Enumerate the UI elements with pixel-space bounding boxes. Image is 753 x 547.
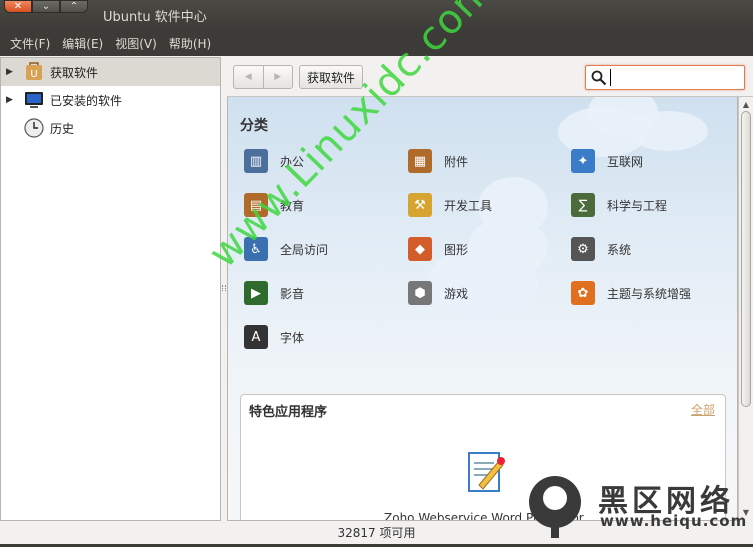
- window-controls: ✕ ⌄ ⌃: [4, 0, 88, 13]
- category-label: 图形: [444, 242, 469, 257]
- featured-app-name[interactable]: Zoho Webservice Word Processor: [384, 511, 584, 520]
- menu-bar: 文件(F) 编辑(E) 视图(V) 帮助(H): [0, 30, 753, 56]
- sidebar-item-label: 获取软件: [50, 65, 99, 80]
- forward-button[interactable]: ▶: [262, 66, 293, 88]
- category-label: 全局访问: [280, 242, 329, 257]
- category-item[interactable]: ▤ 教育: [244, 191, 304, 219]
- multimedia-icon: ▶: [244, 281, 268, 305]
- clock-icon: [23, 117, 45, 139]
- category-label: 主题与系统增强: [607, 286, 692, 301]
- category-item[interactable]: ▶ 影音: [244, 279, 304, 307]
- category-item[interactable]: ▦ 附件: [408, 147, 468, 175]
- category-item[interactable]: ⬢ 游戏: [408, 279, 468, 307]
- category-item[interactable]: ◆ 图形: [408, 235, 468, 263]
- main-panel: 分类 ▥ 办公 ▦ 附件 ✦ 互联网 ▤ 教育 ⚒ 开发工具 ∑ 科学与工程 ♿ 全局访问 ◆ 图形 ⚙ 系统 ▶ 影…: [227, 97, 738, 521]
- category-label: 教育: [280, 198, 305, 213]
- sidebar-item-label: 历史: [50, 121, 75, 136]
- category-label: 开发工具: [444, 198, 493, 213]
- category-label: 附件: [444, 154, 469, 169]
- accessories-icon: ▦: [408, 149, 432, 173]
- search-icon: [591, 70, 607, 86]
- minimize-window-button[interactable]: ⌄: [32, 0, 60, 13]
- title-bar: ✕ ⌄ ⌃ Ubuntu 软件中心: [0, 0, 753, 30]
- sidebar: ▶ U 获取软件 ▶ 已安装的软件 历史: [0, 57, 221, 521]
- svg-text:U: U: [30, 69, 37, 80]
- navigation-buttons: ◀ ▶: [233, 65, 293, 89]
- category-item[interactable]: A 字体: [244, 323, 304, 351]
- education-icon: ▤: [244, 193, 268, 217]
- featured-heading: 特色应用程序: [249, 405, 328, 420]
- computer-icon: [23, 89, 45, 111]
- category-item[interactable]: ⚒ 开发工具: [408, 191, 492, 219]
- breadcrumb-get-software[interactable]: 获取软件: [299, 65, 364, 89]
- status-bar: 32817 项可用: [0, 521, 753, 544]
- internet-icon: ✦: [571, 149, 595, 173]
- sidebar-item-installed[interactable]: ▶ 已安装的软件: [1, 86, 220, 114]
- vertical-scrollbar[interactable]: ▲ ▼: [738, 97, 753, 521]
- window-title: Ubuntu 软件中心: [103, 10, 207, 25]
- system-icon: ⚙: [571, 237, 595, 261]
- background-cloud: [628, 111, 708, 151]
- developer-tools-icon: ⚒: [408, 193, 432, 217]
- science-icon: ∑: [571, 193, 595, 217]
- scrollbar-thumb[interactable]: [741, 111, 751, 407]
- expander-arrow-icon[interactable]: ▶: [6, 67, 13, 77]
- content-area: ◀ ▶ 获取软件 分类 ▥ 办公 ▦ 附件 ✦ 互联网 ▤ 教育 ⚒ 开发工具 ∑ 科学与工程 ♿ 全局访…: [227, 57, 753, 521]
- scroll-down-icon[interactable]: ▼: [741, 507, 751, 517]
- back-button[interactable]: ◀: [234, 66, 263, 88]
- featured-all-link[interactable]: 全部: [691, 401, 715, 418]
- category-item[interactable]: ▥ 办公: [244, 147, 304, 175]
- office-icon: ▥: [244, 149, 268, 173]
- category-label: 系统: [607, 242, 632, 257]
- expander-arrow-icon[interactable]: ▶: [6, 95, 13, 105]
- fonts-icon: A: [244, 325, 268, 349]
- category-label: 互联网: [607, 154, 644, 169]
- category-item[interactable]: ✦ 互联网: [571, 147, 643, 175]
- software-center-icon: U: [23, 61, 45, 83]
- category-item[interactable]: ∑ 科学与工程: [571, 191, 667, 219]
- scroll-up-icon[interactable]: ▲: [741, 99, 751, 109]
- available-count: 32817 项可用: [337, 526, 416, 540]
- categories-heading: 分类: [240, 118, 268, 134]
- category-item[interactable]: ✿ 主题与系统增强: [571, 279, 691, 307]
- sidebar-item-label: 已安装的软件: [50, 93, 123, 108]
- menu-view[interactable]: 视图(V): [109, 35, 163, 52]
- software-center-window: ✕ ⌄ ⌃ Ubuntu 软件中心 文件(F) 编辑(E) 视图(V) 帮助(H…: [0, 0, 753, 544]
- word-processor-icon[interactable]: [461, 449, 509, 497]
- category-label: 游戏: [444, 286, 469, 301]
- games-icon: ⬢: [408, 281, 432, 305]
- featured-apps-panel: 特色应用程序 全部 Zoho Webservice Word Processor: [240, 394, 726, 520]
- search-box[interactable]: [585, 65, 745, 90]
- search-input[interactable]: [610, 69, 740, 86]
- menu-help[interactable]: 帮助(H): [163, 35, 217, 52]
- pane-splitter-handle[interactable]: [222, 285, 226, 291]
- menu-file[interactable]: 文件(F): [4, 35, 56, 52]
- toolbar: ◀ ▶ 获取软件: [227, 57, 753, 97]
- category-label: 办公: [280, 154, 305, 169]
- maximize-window-button[interactable]: ⌃: [60, 0, 88, 13]
- close-window-button[interactable]: ✕: [4, 0, 32, 13]
- category-label: 影音: [280, 286, 305, 301]
- category-label: 字体: [280, 330, 305, 345]
- category-label: 科学与工程: [607, 198, 668, 213]
- sidebar-item-get-software[interactable]: ▶ U 获取软件: [1, 58, 220, 86]
- themes-icon: ✿: [571, 281, 595, 305]
- category-item[interactable]: ♿ 全局访问: [244, 235, 328, 263]
- graphics-icon: ◆: [408, 237, 432, 261]
- sidebar-item-history[interactable]: 历史: [1, 114, 220, 142]
- menu-edit[interactable]: 编辑(E): [56, 35, 109, 52]
- accessibility-icon: ♿: [244, 237, 268, 261]
- category-item[interactable]: ⚙ 系统: [571, 235, 631, 263]
